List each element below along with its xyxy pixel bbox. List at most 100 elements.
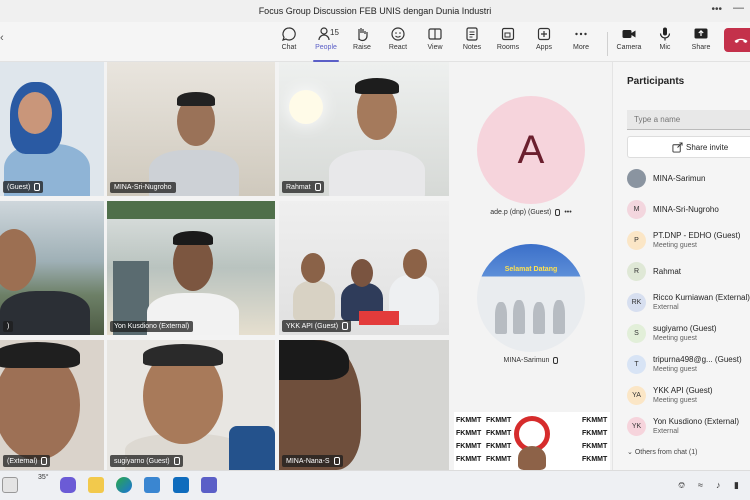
camera-button[interactable]: Camera (612, 26, 646, 60)
minimize-button[interactable]: — (733, 2, 744, 14)
banner-video-tile[interactable]: FKMMT FKMMT FKMMT FKMMT FKMMT FKMMT FKMMT FKMM… (454, 412, 610, 470)
video-tile[interactable]: (External) (0, 340, 104, 470)
camera-label: Camera (616, 44, 642, 51)
apps-label: Apps (536, 44, 552, 51)
participant-body (0, 291, 90, 335)
people-button[interactable]: 15 People (309, 26, 343, 62)
video-tile[interactable]: Yon Kusdiono (External) (107, 201, 275, 335)
participant-item[interactable]: P PT.DNP - EDHO (Guest) Meeting guest (627, 227, 750, 258)
tile-name: sugiyarno (Guest) (114, 457, 170, 465)
smiley-icon (391, 27, 405, 41)
window-title: Focus Group Discussion FEB UNIS dengan D… (258, 6, 492, 16)
edge-browser-icon[interactable] (116, 477, 132, 493)
tile-name: Rahmat (286, 183, 311, 191)
mic-off-icon (40, 457, 48, 465)
participant-search-input[interactable] (627, 110, 750, 130)
more-options-icon[interactable]: ••• (711, 4, 722, 15)
video-tile[interactable]: Rahmat (279, 62, 449, 196)
share-invite-label: Share invite (686, 142, 729, 152)
participant-hair (0, 342, 80, 368)
participant-name: YKK API (Guest) (653, 386, 713, 395)
participant-face (301, 253, 325, 283)
others-from-chat-toggle[interactable]: ⌄ Others from chat (1) (627, 448, 697, 456)
panel-title: Participants (627, 76, 685, 87)
share-button[interactable]: Share (684, 26, 718, 60)
participant-face (351, 259, 373, 287)
video-tile[interactable]: MINA-Sri-Nugroho (107, 62, 275, 196)
video-tile[interactable]: ) (0, 201, 104, 335)
participant-body (293, 281, 335, 321)
tile-more-icon[interactable]: ••• (564, 209, 571, 216)
participant-face (403, 249, 427, 279)
tile-name-tag: YKK API (Guest) (282, 320, 352, 332)
tile-name: MINA-Nana-S (286, 457, 330, 465)
participant-face (518, 446, 546, 470)
people-label: People (315, 44, 337, 51)
avatar-letter: A (517, 127, 545, 172)
video-tile[interactable]: (Guest) (0, 62, 104, 196)
share-tray-icon (694, 28, 708, 39)
fkmmt-column-left: FKMMT FKMMT FKMMT FKMMT (456, 417, 482, 463)
video-tile[interactable]: MINA-Nana-S (279, 340, 449, 470)
participant-item[interactable]: Ssugiyarno (Guest) Meeting guest (627, 320, 750, 351)
back-chevron-icon[interactable]: ‹ (0, 32, 4, 44)
chat-icon (281, 27, 296, 41)
mic-off-icon (333, 457, 340, 465)
mic-button[interactable]: Mic (648, 26, 682, 60)
volume-icon[interactable]: ♪ (716, 480, 721, 490)
participant-item[interactable]: MINA-Sarimun (627, 165, 750, 196)
leave-button[interactable] (724, 28, 750, 52)
hang-up-icon (734, 38, 748, 43)
video-tile[interactable]: YKK API (Guest) (279, 201, 449, 335)
teams-icon[interactable] (201, 477, 217, 493)
tile-name: MINA-Sri-Nugroho (114, 184, 172, 191)
chat-button[interactable]: Chat (272, 26, 306, 60)
tile-name-tag: sugiyarno (Guest) (110, 455, 183, 467)
hand-icon (358, 28, 368, 42)
participant-item[interactable]: M MINA-Sri-Nugroho (627, 196, 750, 227)
avatar-name: ade.p (dnp) (Guest) (490, 209, 552, 216)
raise-label: Raise (353, 44, 371, 51)
rooms-button[interactable]: Rooms (491, 26, 525, 60)
notes-button[interactable]: Notes (455, 26, 489, 60)
file-explorer-icon[interactable] (88, 477, 104, 493)
participant-name: MINA-Sri-Nugroho (653, 205, 719, 214)
tray-mic-icon[interactable]: ⎊ (678, 480, 685, 491)
view-button[interactable]: View (418, 26, 452, 60)
chat-label: Chat (281, 44, 297, 51)
participant-initials: P (634, 237, 639, 244)
participant-item[interactable]: Ttripurna498@g... (Guest) Meeting guest (627, 351, 750, 382)
battery-icon[interactable]: ▮ (734, 480, 739, 491)
participant-item[interactable]: RK Ricco Kurniawan (External) External (627, 289, 750, 320)
desktop-icon[interactable] (2, 477, 18, 493)
participant-item[interactable]: YA YKK API (Guest) Meeting guest (627, 382, 750, 413)
tile-name: YKK API (Guest) (286, 322, 339, 330)
tile-name-tag: Rahmat (282, 181, 324, 193)
participant-initials: YA (632, 392, 641, 399)
participant-item[interactable]: R Rahmat (627, 258, 750, 289)
video-name: MINA-Sarimun (503, 357, 550, 364)
participant-role: External (653, 304, 679, 311)
participant-avatar (627, 169, 646, 188)
notes-icon (466, 27, 478, 41)
share-label: Share (691, 44, 711, 51)
react-button[interactable]: React (381, 26, 415, 60)
raise-hand-button[interactable]: Raise (345, 26, 379, 60)
store-icon[interactable] (144, 477, 160, 493)
outlook-icon[interactable] (173, 477, 189, 493)
apps-button[interactable]: Apps (527, 26, 561, 60)
wifi-icon[interactable]: ≈ (698, 480, 703, 490)
participant-name: Yon Kusdiono (External) (653, 417, 739, 426)
video-circle-tile[interactable]: Selamat Datang MINA-Sarimun (476, 244, 586, 364)
video-tile[interactable]: sugiyarno (Guest) (107, 340, 275, 470)
teams-chat-icon[interactable] (60, 477, 76, 493)
video-gallery: (Guest) MINA-Sri-Nugroho Rahmat ) Yon Ku… (0, 62, 612, 470)
avatar-tile[interactable]: A ade.p (dnp) (Guest) ••• (476, 96, 586, 216)
tile-name-tag: Yon Kusdiono (External) (110, 321, 194, 332)
participant-body (329, 150, 425, 196)
participant-name: tripurna498@g... (Guest) (653, 355, 742, 364)
participant-item[interactable]: YK Yon Kusdiono (External) External (627, 413, 750, 444)
more-button[interactable]: More (564, 26, 598, 60)
share-invite-button[interactable]: Share invite (627, 136, 750, 158)
tile-name: Yon Kusdiono (External) (114, 323, 190, 330)
